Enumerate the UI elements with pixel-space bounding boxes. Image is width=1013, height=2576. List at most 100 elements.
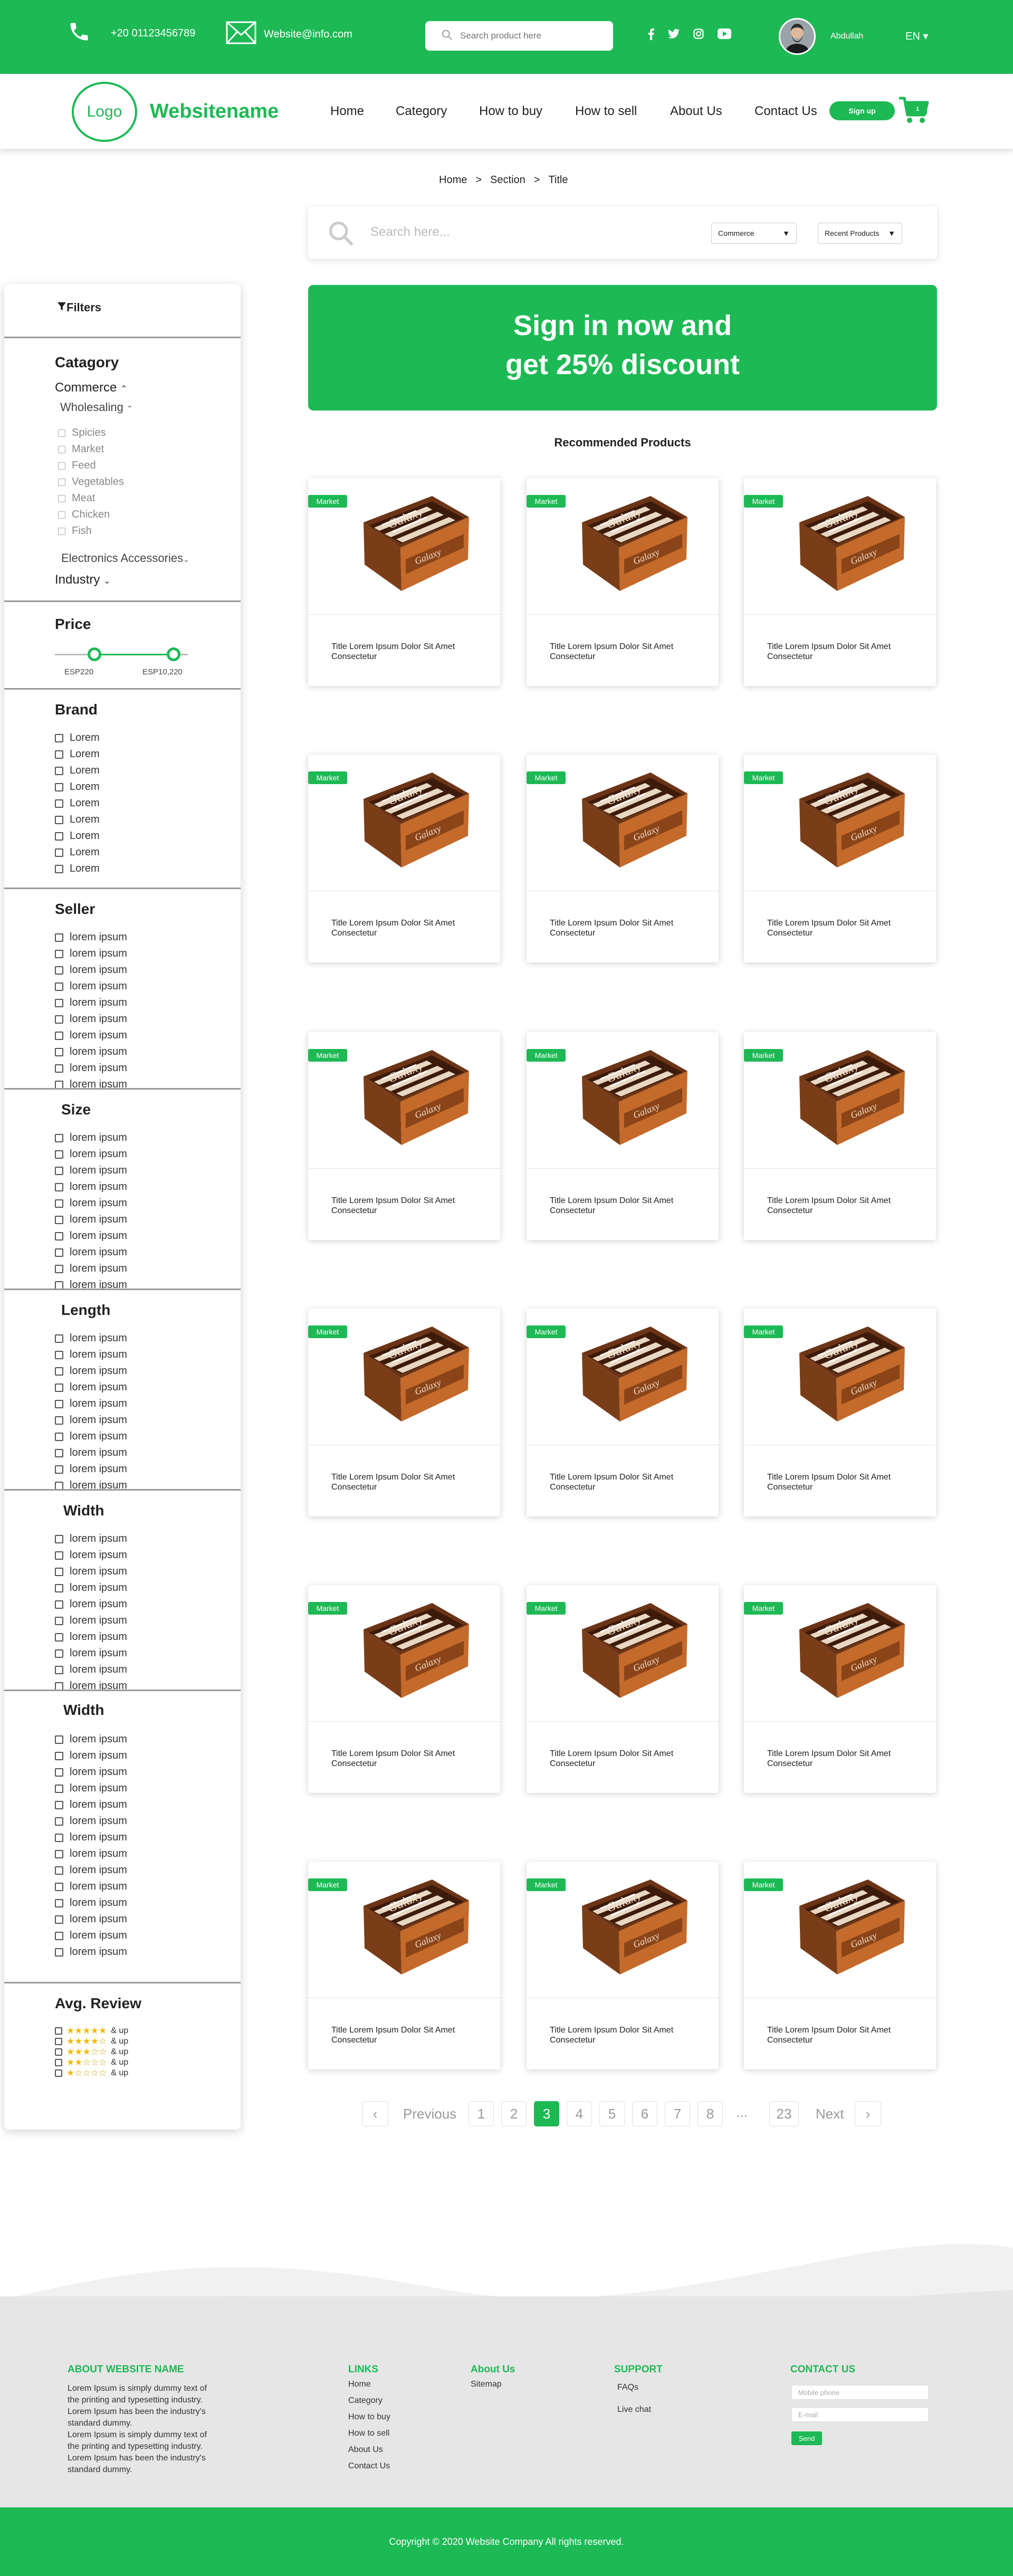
checkbox-item[interactable]: Spicies bbox=[58, 427, 106, 439]
checkbox[interactable] bbox=[55, 766, 63, 775]
checkbox-item[interactable]: Fish bbox=[58, 525, 92, 537]
checkbox[interactable] bbox=[55, 733, 63, 742]
checkbox-item[interactable]: lorem ipsum bbox=[55, 1664, 127, 1676]
category-commerce[interactable]: Commerce ⌃ bbox=[55, 380, 127, 395]
product-title[interactable]: Title Lorem Ipsum Dolor Sit Amet Consect… bbox=[331, 1749, 458, 1769]
sort-dropdown[interactable]: Recent Products ▼ bbox=[818, 223, 902, 244]
checkbox[interactable] bbox=[55, 1649, 63, 1658]
checkbox-item[interactable]: Lorem bbox=[55, 797, 100, 809]
price-slider-min-handle[interactable] bbox=[88, 647, 101, 661]
checkbox[interactable] bbox=[55, 1915, 63, 1924]
category-wholesaling[interactable]: Wholesaling ⌃ bbox=[60, 400, 133, 414]
checkbox-item[interactable]: lorem ipsum bbox=[55, 1148, 127, 1160]
category-dropdown[interactable]: Commerce ▼ bbox=[711, 223, 797, 244]
product-title[interactable]: Title Lorem Ipsum Dolor Sit Amet Consect… bbox=[550, 2025, 676, 2045]
product-title[interactable]: Title Lorem Ipsum Dolor Sit Amet Consect… bbox=[331, 1196, 458, 1216]
page-button[interactable]: 8 bbox=[697, 2101, 723, 2126]
nav-link-about-us[interactable]: About Us bbox=[670, 104, 754, 119]
checkbox[interactable] bbox=[55, 1064, 63, 1073]
checkbox[interactable] bbox=[55, 1633, 63, 1642]
checkbox-item[interactable]: Lorem bbox=[55, 846, 100, 858]
product-title[interactable]: Title Lorem Ipsum Dolor Sit Amet Consect… bbox=[550, 642, 676, 662]
checkbox[interactable] bbox=[55, 1751, 63, 1760]
checkbox-item[interactable]: lorem ipsum bbox=[55, 1549, 127, 1561]
page-button[interactable]: 4 bbox=[567, 2101, 592, 2126]
next-arrow-icon[interactable]: › bbox=[855, 2101, 881, 2126]
search-icon[interactable] bbox=[327, 220, 355, 250]
checkbox-item[interactable]: Meat bbox=[58, 492, 95, 504]
checkbox[interactable] bbox=[55, 1215, 63, 1224]
page-button-current[interactable]: 3 bbox=[534, 2101, 559, 2126]
product-image[interactable]: Galaxy Galaxy bbox=[353, 762, 472, 882]
checkbox-item[interactable]: lorem ipsum bbox=[55, 1782, 127, 1795]
checkbox-item[interactable]: lorem ipsum bbox=[55, 1046, 127, 1058]
checkbox[interactable] bbox=[55, 1898, 63, 1907]
checkbox-item[interactable]: Vegetables bbox=[58, 476, 124, 488]
footer-email-field[interactable]: E-mail bbox=[791, 2407, 929, 2422]
checkbox[interactable] bbox=[55, 2027, 62, 2035]
email-contact[interactable]: Website@info.com bbox=[226, 20, 352, 49]
checkbox[interactable] bbox=[55, 1432, 63, 1441]
checkbox[interactable] bbox=[58, 445, 65, 453]
checkbox-item[interactable]: lorem ipsum bbox=[55, 1349, 127, 1361]
checkbox[interactable] bbox=[55, 2038, 62, 2045]
product-image[interactable]: Galaxy Galaxy bbox=[571, 485, 691, 606]
checkbox-item[interactable]: lorem ipsum bbox=[55, 1615, 127, 1627]
product-card[interactable]: Market Galaxy Galaxy Title Lorem Ipsum D… bbox=[744, 1032, 936, 1240]
checkbox[interactable] bbox=[58, 494, 65, 502]
checkbox-item[interactable]: lorem ipsum bbox=[55, 1430, 127, 1443]
checkbox[interactable] bbox=[55, 832, 63, 841]
checkbox-item[interactable]: lorem ipsum bbox=[55, 1447, 127, 1459]
checkbox-item[interactable]: lorem ipsum bbox=[55, 1062, 127, 1074]
checkbox-item[interactable]: lorem ipsum bbox=[55, 1831, 127, 1844]
checkbox[interactable] bbox=[55, 1350, 63, 1359]
product-card[interactable]: Market Galaxy Galaxy Title Lorem Ipsum D… bbox=[527, 478, 719, 686]
checkbox-item[interactable]: Lorem bbox=[55, 830, 100, 842]
checkbox[interactable] bbox=[55, 2059, 62, 2066]
checkbox-item[interactable]: lorem ipsum bbox=[55, 1913, 127, 1925]
product-image[interactable]: Galaxy Galaxy bbox=[789, 762, 908, 882]
checkbox-item[interactable]: lorem ipsum bbox=[55, 1230, 127, 1242]
product-card[interactable]: Market Galaxy Galaxy Title Lorem Ipsum D… bbox=[308, 1309, 500, 1516]
checkbox[interactable] bbox=[55, 815, 63, 824]
prev-page-link[interactable]: Previous bbox=[403, 2106, 456, 2122]
search-icon[interactable] bbox=[441, 29, 453, 43]
product-image[interactable]: Galaxy Galaxy bbox=[571, 1039, 691, 1160]
breadcrumb-home[interactable]: Home bbox=[439, 174, 467, 186]
checkbox-item[interactable]: lorem ipsum bbox=[55, 1930, 127, 1942]
category-electronics[interactable]: Electronics Accessories⌄ bbox=[61, 551, 189, 565]
product-card[interactable]: Market Galaxy Galaxy Title Lorem Ipsum D… bbox=[308, 1862, 500, 2069]
checkbox-item[interactable]: lorem ipsum bbox=[55, 1381, 127, 1394]
product-title[interactable]: Title Lorem Ipsum Dolor Sit Amet Consect… bbox=[550, 1196, 676, 1216]
checkbox-item[interactable]: lorem ipsum bbox=[55, 1946, 127, 1958]
checkbox[interactable] bbox=[55, 1448, 63, 1457]
checkbox-item[interactable]: lorem ipsum bbox=[55, 964, 127, 976]
footer-link-faqs[interactable]: FAQs bbox=[617, 2383, 638, 2392]
instagram-icon[interactable] bbox=[693, 28, 704, 43]
footer-link[interactable]: About Us bbox=[348, 2445, 383, 2455]
language-selector[interactable]: EN ▾ bbox=[905, 30, 928, 43]
page-button[interactable]: 6 bbox=[632, 2101, 657, 2126]
footer-phone-field[interactable]: Mobile phone bbox=[791, 2385, 929, 2400]
review-option[interactable]: ★ ☆ ☆ ☆ ☆ & up bbox=[55, 2068, 128, 2078]
page-button[interactable]: 7 bbox=[665, 2101, 690, 2126]
checkbox-item[interactable]: lorem ipsum bbox=[55, 1897, 127, 1909]
product-image[interactable]: Galaxy Galaxy bbox=[789, 1039, 908, 1160]
product-image[interactable]: Galaxy Galaxy bbox=[789, 485, 908, 606]
checkbox[interactable] bbox=[55, 1399, 63, 1408]
checkbox[interactable] bbox=[55, 1383, 63, 1392]
top-search-box[interactable] bbox=[425, 21, 613, 51]
product-title[interactable]: Title Lorem Ipsum Dolor Sit Amet Consect… bbox=[331, 2025, 458, 2045]
checkbox[interactable] bbox=[55, 1800, 63, 1809]
avatar[interactable] bbox=[779, 18, 816, 55]
checkbox-item[interactable]: lorem ipsum bbox=[55, 1750, 127, 1762]
checkbox[interactable] bbox=[55, 1031, 63, 1040]
review-option[interactable]: ★ ★ ★ ★ ★ & up bbox=[55, 2026, 128, 2036]
product-image[interactable]: Galaxy Galaxy bbox=[789, 1592, 908, 1713]
checkbox[interactable] bbox=[55, 1551, 63, 1560]
checkbox[interactable] bbox=[58, 429, 65, 437]
checkbox-item[interactable]: lorem ipsum bbox=[55, 1582, 127, 1594]
checkbox[interactable] bbox=[55, 1264, 63, 1273]
twitter-icon[interactable] bbox=[668, 28, 680, 43]
checkbox[interactable] bbox=[55, 1735, 63, 1744]
